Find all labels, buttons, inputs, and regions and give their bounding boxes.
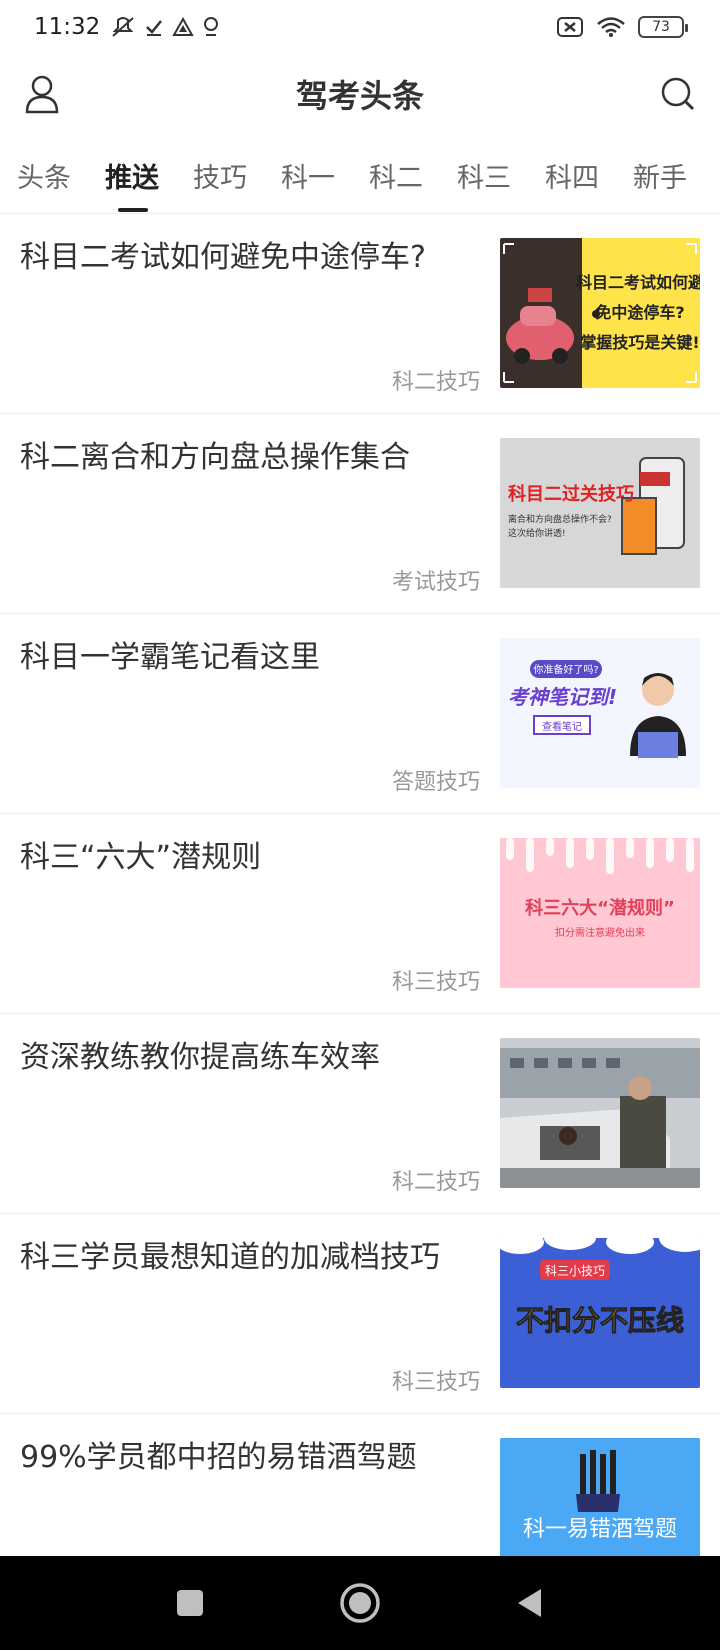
check-icon (146, 20, 163, 36)
news-category-tag: 科三技巧 (391, 1370, 480, 1395)
tab-6[interactable]: 科四 (528, 148, 616, 214)
news-title: 科三学员最想知道的加减档技巧 (20, 1240, 440, 1275)
news-category-tag: 答题技巧 (391, 770, 480, 795)
tab-1[interactable]: 推送 (88, 148, 176, 214)
news-item[interactable]: 科二离合和方向盘总操作集合 考试技巧 科目二过关技巧 离合和方向盘总操作不会? … (0, 414, 720, 614)
back-button[interactable] (505, 1578, 555, 1628)
tab-7[interactable]: 新手 (616, 148, 704, 214)
tab-label: 新手 (633, 163, 687, 194)
news-thumbnail: 科一易错酒驾题 (500, 1438, 700, 1556)
thumb-line-0: 科一易错酒驾题 (523, 1517, 677, 1542)
system-nav-bar (0, 1556, 720, 1650)
thumb-line-0: 科三六大“潜规则” (525, 897, 675, 919)
thumb-line-2: 这次给你讲透! (508, 527, 566, 539)
tab-5[interactable]: 科三 (440, 148, 528, 214)
tab-label: 头条 (17, 163, 71, 194)
mute-icon (112, 17, 134, 37)
news-item[interactable]: 科目一学霸笔记看这里 答题技巧 你准备好了吗? 考神笔记到! 查看笔记 (0, 614, 720, 814)
location-icon (204, 17, 219, 36)
tab-label: 科三 (457, 163, 511, 194)
tab-label: 技巧 (193, 163, 247, 194)
tab-label: 科一 (281, 163, 335, 194)
status-left: 11:32 (34, 14, 220, 40)
thumb-line-0: 科目二过关技巧 (508, 483, 634, 505)
thumb-art: 科目二过关技巧 离合和方向盘总操作不会? 这次给你讲透! (500, 438, 700, 588)
home-circle-icon (340, 1583, 380, 1623)
search-button[interactable] (658, 74, 698, 114)
news-category-tag: 科三技巧 (391, 970, 480, 995)
page-title: 驾考头条 (295, 77, 424, 115)
tab-label: 科二 (369, 163, 423, 194)
search-icon (661, 77, 695, 111)
battery-level: 73 (652, 19, 670, 35)
thumb-art: 科目二考试如何避 免中途停车? 掌握技巧是关键! (500, 238, 700, 388)
status-right: 73 (556, 16, 688, 38)
news-title: 科目一学霸笔记看这里 (20, 640, 320, 675)
thumb-line-0: 科目二考试如何避 (576, 273, 700, 292)
news-thumbnail (500, 1038, 700, 1188)
profile-button[interactable] (22, 74, 62, 114)
news-category-tag: 科二技巧 (391, 370, 480, 395)
status-time: 11:32 (34, 14, 101, 40)
news-title: 资深教练教你提高练车效率 (20, 1040, 380, 1075)
tab-3[interactable]: 科一 (264, 148, 352, 214)
wifi-icon (597, 17, 625, 37)
tab-label: 科四 (545, 163, 599, 194)
news-item[interactable]: 科三学员最想知道的加减档技巧 科三技巧 科三小技巧 不扣分不压线 (0, 1214, 720, 1414)
tab-0[interactable]: 头条 (0, 148, 88, 214)
battery-indicator: 73 (638, 16, 688, 38)
thumb-art: 科一易错酒驾题 (500, 1438, 700, 1556)
thumb-line-1: 不扣分不压线 (516, 1304, 684, 1337)
recents-button[interactable] (165, 1578, 215, 1628)
thumb-line-1: 免中途停车? (595, 303, 684, 322)
back-triangle-icon (518, 1589, 541, 1617)
news-title: 科目二考试如何避免中途停车? (20, 240, 426, 275)
active-tab-indicator (118, 208, 148, 212)
recents-square-icon (177, 1590, 203, 1616)
category-tabs: 头条 推送 技巧 科一 科二 科三 科四 新手 (0, 148, 720, 214)
no-sim-icon (557, 17, 583, 37)
news-thumbnail: 科三小技巧 不扣分不压线 (500, 1238, 700, 1388)
thumb-line-0: 你准备好了吗? (533, 663, 598, 676)
app-header: 驾考头条 (0, 58, 720, 130)
home-button[interactable] (335, 1578, 385, 1628)
news-category-tag: 科二技巧 (391, 1170, 480, 1195)
user-icon (25, 75, 59, 114)
news-thumbnail: 科三六大“潜规则” 扣分需注意避免出来 (500, 838, 700, 988)
thumb-line-1: 扣分需注意避免出来 (555, 926, 645, 939)
news-item[interactable]: 资深教练教你提高练车效率 科二技巧 (0, 1014, 720, 1214)
thumb-line-2: 掌握技巧是关键! (580, 333, 699, 352)
news-title: 科三“六大”潜规则 (20, 840, 262, 875)
thumb-line-1: 离合和方向盘总操作不会? (508, 513, 612, 525)
thumb-line-1: 考神笔记到! (508, 685, 617, 709)
drive-icon (172, 17, 195, 36)
news-item[interactable]: 科三“六大”潜规则 科三技巧 科三六大“潜规则” 扣分需注意避免出来 (0, 814, 720, 1014)
thumb-line-0: 科三小技巧 (545, 1264, 605, 1278)
tab-4[interactable]: 科二 (352, 148, 440, 214)
thumb-photo (500, 1038, 700, 1188)
news-list: 科目二考试如何避免中途停车? 科二技巧 科目二考试如何避 免中途停车? 掌握技巧… (0, 214, 720, 1556)
tab-2[interactable]: 技巧 (176, 148, 264, 214)
thumb-line-2: 查看笔记 (542, 720, 582, 733)
thumb-art: 科三小技巧 不扣分不压线 (500, 1238, 700, 1388)
thumb-art: 你准备好了吗? 考神笔记到! 查看笔记 (500, 638, 700, 788)
status-bar: 11:32 73 (0, 0, 720, 54)
tab-label: 推送 (105, 163, 159, 194)
news-thumbnail: 科目二过关技巧 离合和方向盘总操作不会? 这次给你讲透! (500, 438, 700, 588)
news-item[interactable]: 科目二考试如何避免中途停车? 科二技巧 科目二考试如何避 免中途停车? 掌握技巧… (0, 214, 720, 414)
news-thumbnail: 你准备好了吗? 考神笔记到! 查看笔记 (500, 638, 700, 788)
thumb-art: 科三六大“潜规则” 扣分需注意避免出来 (500, 838, 700, 988)
news-title: 99%学员都中招的易错酒驾题 (20, 1440, 417, 1475)
news-thumbnail: 科目二考试如何避 免中途停车? 掌握技巧是关键! (500, 238, 700, 388)
news-item[interactable]: 99%学员都中招的易错酒驾题 科一易错酒驾题 (0, 1414, 720, 1556)
news-title: 科二离合和方向盘总操作集合 (20, 440, 410, 475)
status-notification-icons (110, 16, 220, 38)
news-category-tag: 考试技巧 (391, 570, 480, 595)
